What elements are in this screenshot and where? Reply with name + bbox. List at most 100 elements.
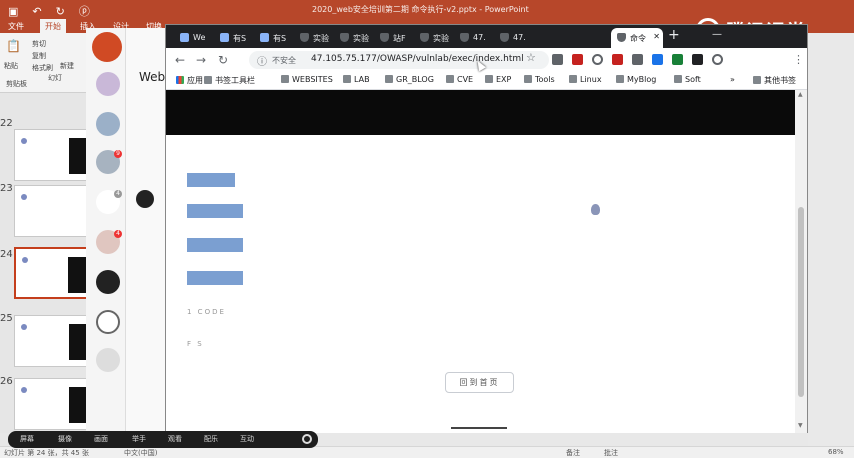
cut-button[interactable]: 剪切 [32,39,46,49]
vertical-scrollbar[interactable]: ▲ ▼ [795,90,807,433]
url-text[interactable]: 47.105.75.177/OWASP/vulnlab/exec/index.h… [311,54,524,64]
slide-number: 22 [0,118,13,129]
forward-button[interactable]: → [196,53,206,67]
browser-tab[interactable]: 47. [454,28,494,48]
presenter-item[interactable]: 举手 [132,434,146,444]
avatar[interactable] [96,112,120,136]
presenter-item[interactable]: 观看 [168,434,182,444]
browser-tab[interactable]: 有S [214,28,254,48]
bookmark-folder[interactable]: Tools [524,75,555,84]
tab-file[interactable]: 文件 [8,21,24,32]
presenter-item[interactable]: 画面 [94,434,108,444]
format-painter-button[interactable]: 格式刷 [32,63,53,73]
more-menu-icon[interactable]: ⋮ [793,53,804,66]
zoom-level[interactable]: 68% [828,448,844,456]
page-link[interactable] [187,238,243,252]
bookmark-folder[interactable]: GR_BLOG [385,75,434,84]
bookmark-folder[interactable]: WEBSITES [281,75,333,84]
bookmark-folder[interactable]: Linux [569,75,602,84]
back-button[interactable]: ← [175,53,185,67]
minimize-icon[interactable]: — [712,29,722,40]
divider [451,427,507,429]
bookmark-folder[interactable]: Soft [674,75,701,84]
paste-icon[interactable]: 📋 [6,39,21,53]
shield-icon [300,33,309,42]
avatar[interactable] [96,348,120,372]
browser-tab[interactable]: 站F [374,28,414,48]
other-bookmarks[interactable]: 其他书签 [753,75,796,86]
extension-icon[interactable] [572,54,583,65]
bookmarks-bar: 应用 书签工具栏 WEBSITES LAB GR_BLOG CVE EXP To… [166,72,807,90]
shield-icon [340,33,349,42]
comments-button[interactable]: 批注 [604,448,618,458]
more-bookmarks-button[interactable]: » [730,75,735,84]
browser-tab[interactable]: 有S [254,28,294,48]
address-bar[interactable]: ⓘ 不安全 47.105.75.177/OWASP/vulnlab/exec/i… [249,51,549,69]
shield-icon [380,33,389,42]
extension-icon[interactable] [632,54,643,65]
folder-icon [616,75,624,83]
folder-icon [485,75,493,83]
shield-icon [617,33,626,42]
extension-icon[interactable] [692,54,703,65]
bookmark-folder[interactable]: 书签工具栏 [204,75,255,86]
presenter-item[interactable]: 屏幕 [20,434,34,444]
avatar[interactable] [136,190,154,208]
browser-tab[interactable]: 47. [494,28,534,48]
extension-icon[interactable] [612,54,623,65]
bookmark-folder[interactable]: LAB [343,75,370,84]
presenter-item[interactable]: 配乐 [204,434,218,444]
avatar[interactable] [96,72,120,96]
page-link[interactable] [187,173,235,187]
profile-icon[interactable] [712,54,723,65]
shield-icon [500,33,509,42]
info-icon[interactable]: ⓘ [257,53,267,68]
presenter-item[interactable]: 摄像 [58,434,72,444]
scrollbar-thumb[interactable] [798,207,804,397]
notes-button[interactable]: 备注 [566,448,580,458]
back-to-home-button[interactable]: 回到首页 [445,372,514,393]
bookmark-star-icon[interactable]: ☆ [526,51,536,64]
presenter-item[interactable]: 互动 [240,434,254,444]
quick-access-icons[interactable]: ▣↶↻ⓟ [8,3,104,19]
bookmark-folder[interactable]: EXP [485,75,511,84]
page-link[interactable] [187,271,243,285]
new-tab-button[interactable]: + [668,27,680,43]
close-tab-icon[interactable]: ✕ [653,32,660,41]
browser-tab[interactable]: 实验 [334,28,374,48]
bookmark-folder[interactable]: CVE [446,75,473,84]
tab-home[interactable]: 开始 [40,19,66,33]
page-link[interactable] [187,204,243,218]
bookmark-folder[interactable]: MyBlog [616,75,656,84]
extension-icon[interactable] [672,54,683,65]
browser-tab[interactable]: 实验 [294,28,334,48]
scroll-up-icon[interactable]: ▲ [798,91,803,98]
layout-button[interactable]: 幻灯 [48,73,62,83]
extension-icon[interactable] [592,54,603,65]
power-icon[interactable] [302,434,312,444]
extension-icon[interactable] [652,54,663,65]
language-status: 中文(中国) [124,449,158,457]
avatar[interactable] [92,32,122,62]
apps-icon [176,76,184,84]
copy-button[interactable]: 复制 [32,51,46,61]
folder-icon [385,75,393,83]
page-header-banner [166,90,795,135]
new-slide-button[interactable]: 新建 [60,61,74,71]
browser-tab[interactable]: 实验 [414,28,454,48]
slide-info: 幻灯片 第 24 张，共 45 张 [4,449,89,457]
page-caption: F S [187,340,204,348]
paste-button[interactable]: 粘贴 [4,61,18,71]
extension-icon[interactable] [552,54,563,65]
browser-tab[interactable]: We [174,28,214,48]
folder-icon [674,75,682,83]
folder-icon [281,75,289,83]
reload-button[interactable]: ↻ [218,53,228,67]
scroll-down-icon[interactable]: ▼ [798,422,803,429]
slide-number: 23 [0,183,13,194]
avatar[interactable] [96,270,120,294]
browser-tab-active[interactable]: 命令 ✕ [611,28,663,48]
avatar[interactable] [96,310,120,334]
folder-icon [569,75,577,83]
bookmark-apps[interactable]: 应用 [176,75,203,86]
